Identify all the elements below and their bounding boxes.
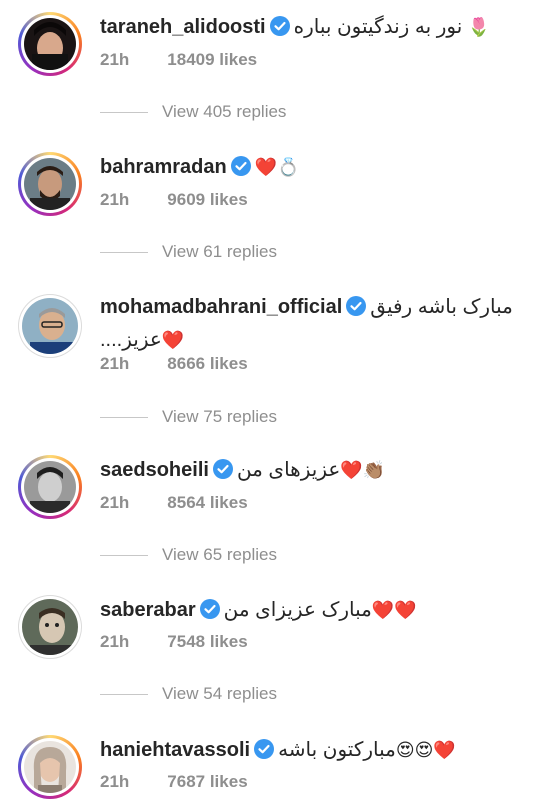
view-replies-label[interactable]: View 405 replies	[162, 102, 286, 122]
view-replies[interactable]: View 61 replies	[100, 242, 277, 262]
likes-count[interactable]: 7687 likes	[167, 772, 247, 791]
timestamp[interactable]: 21h	[100, 632, 129, 651]
verified-badge-icon	[254, 738, 275, 768]
view-replies-label[interactable]: View 65 replies	[162, 545, 277, 565]
verified-badge-icon	[269, 15, 290, 45]
username[interactable]: bahramradan	[100, 156, 227, 178]
hearts-emoji: ❤️❤️	[371, 600, 417, 620]
comment-text-line2: عزیز....	[100, 329, 162, 351]
username[interactable]: saberabar	[100, 599, 196, 621]
avatar-ring[interactable]	[18, 294, 82, 358]
view-replies-label[interactable]: View 75 replies	[162, 407, 277, 427]
comment-line: haniehtavassoli مبارکتون باشه😍😍❤️	[100, 735, 518, 768]
comment-text: عزیزهای من	[236, 459, 341, 481]
avatar[interactable]	[24, 18, 76, 70]
avatar-story-ring[interactable]	[18, 12, 82, 76]
avatar[interactable]	[22, 298, 78, 354]
verified-badge-icon	[346, 295, 367, 325]
likes-count[interactable]: 8666 likes	[167, 354, 247, 373]
comment-2: mohamadbahrani_official مبارک باشه رفیق ع…	[0, 280, 538, 445]
comment-line: bahramradan ❤️💍	[100, 152, 518, 185]
comment-meta: 21h 9609 likes	[100, 190, 248, 210]
avatar[interactable]	[24, 461, 76, 513]
avatar[interactable]	[24, 158, 76, 210]
comment-0: taraneh_alidoosti نور به زندگیتون بباره 🌷…	[0, 0, 538, 140]
username[interactable]: taraneh_alidoosti	[100, 16, 266, 38]
comment-text: مبارک عزیزای من	[223, 599, 372, 621]
view-replies-label[interactable]: View 54 replies	[162, 684, 277, 704]
comment-meta: 21h 8666 likes	[100, 354, 248, 374]
avatar[interactable]	[22, 599, 78, 655]
comment-meta: 21h 18409 likes	[100, 50, 257, 70]
view-replies[interactable]: View 405 replies	[100, 102, 286, 122]
verified-badge-icon	[230, 155, 251, 185]
comment-5: haniehtavassoli مبارکتون باشه😍😍❤️ 21h 7687…	[0, 725, 538, 800]
timestamp[interactable]: 21h	[100, 190, 129, 209]
comment-text: مبارک باشه رفیق	[370, 296, 513, 318]
comment-text: مبارکتون باشه	[278, 739, 396, 761]
username[interactable]: saedsoheili	[100, 459, 209, 481]
likes-count[interactable]: 18409 likes	[167, 50, 257, 69]
heart-eyes-emoji: 😍😍❤️	[395, 740, 456, 760]
replies-divider	[100, 251, 148, 253]
view-replies-label[interactable]: View 61 replies	[162, 242, 277, 262]
likes-count[interactable]: 7548 likes	[167, 632, 247, 651]
avatar-ring[interactable]	[18, 595, 82, 659]
comment-3: saedsoheili عزیزهای من❤️👏🏽 21h 8564 likes …	[0, 445, 538, 585]
timestamp[interactable]: 21h	[100, 493, 129, 512]
heart-clap-emoji: ❤️👏🏽	[340, 460, 386, 480]
replies-divider	[100, 416, 148, 418]
comment-line: mohamadbahrani_official مبارک باشه رفیق ع…	[100, 292, 518, 355]
comment-meta: 21h 8564 likes	[100, 493, 248, 513]
avatar-story-ring[interactable]	[18, 735, 82, 799]
avatar[interactable]	[24, 741, 76, 793]
avatar-story-ring[interactable]	[18, 455, 82, 519]
likes-count[interactable]: 8564 likes	[167, 493, 247, 512]
timestamp[interactable]: 21h	[100, 50, 129, 69]
comment-4: saberabar مبارک عزیزای من❤️❤️ 21h 7548 lik…	[0, 585, 538, 725]
view-replies[interactable]: View 54 replies	[100, 684, 277, 704]
likes-count[interactable]: 9609 likes	[167, 190, 247, 209]
username[interactable]: haniehtavassoli	[100, 739, 250, 761]
avatar-story-ring[interactable]	[18, 152, 82, 216]
heart-ring-emoji: ❤️💍	[254, 157, 300, 177]
replies-divider	[100, 111, 148, 113]
comment-text: نور به زندگیتون بباره	[293, 16, 463, 38]
tulip-emoji: 🌷	[467, 17, 491, 37]
heart-emoji: ❤️	[161, 330, 185, 350]
username[interactable]: mohamadbahrani_official	[100, 296, 342, 318]
timestamp[interactable]: 21h	[100, 772, 129, 791]
replies-divider	[100, 554, 148, 556]
replies-divider	[100, 693, 148, 695]
comment-meta: 21h 7687 likes	[100, 772, 248, 792]
comment-line: taraneh_alidoosti نور به زندگیتون بباره 🌷	[100, 12, 518, 45]
comment-1: bahramradan ❤️💍 21h 9609 likes View 61 rep…	[0, 140, 538, 280]
comment-line: saberabar مبارک عزیزای من❤️❤️	[100, 595, 518, 628]
verified-badge-icon	[212, 458, 233, 488]
comment-line: saedsoheili عزیزهای من❤️👏🏽	[100, 455, 518, 488]
comment-meta: 21h 7548 likes	[100, 632, 248, 652]
view-replies[interactable]: View 65 replies	[100, 545, 277, 565]
verified-badge-icon	[199, 598, 220, 628]
view-replies[interactable]: View 75 replies	[100, 407, 277, 427]
timestamp[interactable]: 21h	[100, 354, 129, 373]
